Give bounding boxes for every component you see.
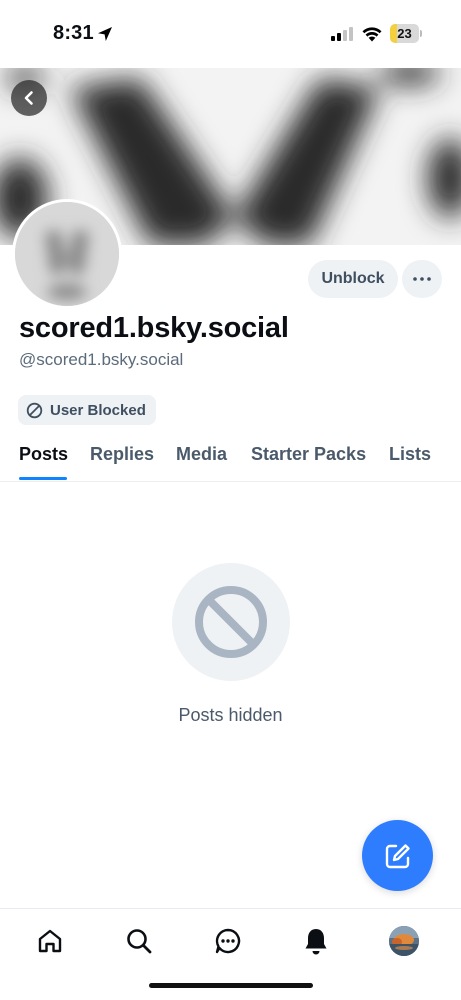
chevron-left-icon [24, 91, 33, 105]
more-dots-icon [413, 277, 431, 281]
home-indicator [149, 983, 313, 988]
unblock-button[interactable]: Unblock [308, 260, 398, 298]
status-bar: 8:31 23 [0, 0, 461, 68]
wifi-icon [362, 27, 382, 42]
user-blocked-label: User Blocked [50, 401, 146, 419]
nav-notifications[interactable] [300, 925, 332, 957]
tab-media[interactable]: Media [176, 444, 227, 465]
nav-home[interactable] [34, 925, 66, 957]
posts-hidden-message: Posts hidden [178, 705, 283, 725]
profile-avatar[interactable] [12, 199, 122, 309]
battery-indicator: 23 [390, 24, 422, 43]
bell-icon [305, 929, 327, 955]
nav-chat[interactable] [212, 925, 244, 957]
block-icon [26, 402, 43, 418]
battery-level: 23 [397, 26, 412, 41]
profile-tabs: Posts Replies Media Starter Packs Lists [0, 434, 461, 482]
user-blocked-badge: User Blocked [18, 395, 156, 425]
tab-lists[interactable]: Lists [389, 444, 431, 465]
more-options-button[interactable] [402, 260, 442, 298]
chat-icon [215, 928, 241, 954]
tab-posts[interactable]: Posts [19, 444, 68, 465]
profile-avatar-image [389, 926, 419, 956]
location-arrow-icon [98, 27, 112, 41]
compose-post-button[interactable] [362, 820, 433, 891]
cellular-signal-icon [331, 27, 353, 41]
avatar-image [15, 202, 119, 306]
profile-handle: @scored1.bsky.social [19, 350, 184, 369]
tab-starter-packs[interactable]: Starter Packs [251, 444, 366, 465]
back-button[interactable] [11, 80, 47, 116]
status-time: 8:31 [53, 22, 94, 44]
compose-icon [385, 843, 410, 868]
home-icon [38, 929, 62, 953]
block-icon [195, 586, 267, 658]
display-name: scored1.bsky.social [19, 312, 289, 344]
active-tab-indicator [19, 477, 67, 480]
posts-hidden-icon-container [172, 563, 290, 681]
search-icon [127, 929, 152, 954]
nav-search[interactable] [123, 925, 155, 957]
nav-profile-avatar[interactable] [389, 926, 419, 956]
tab-replies[interactable]: Replies [90, 444, 154, 465]
